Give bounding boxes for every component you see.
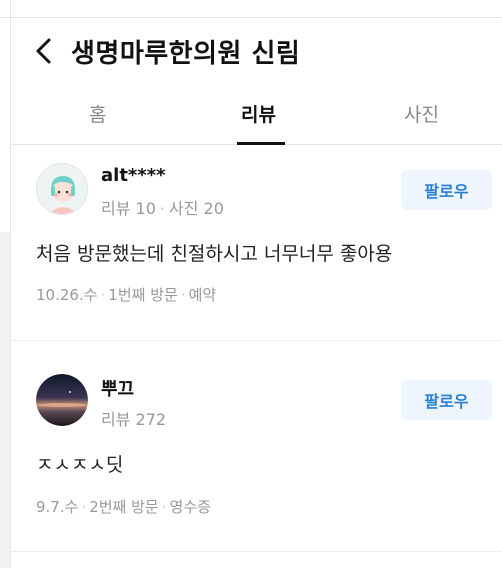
review-text: ㅈㅅㅈㅅ딧 (36, 454, 124, 476)
visit-date: 10.26.수 (36, 286, 98, 304)
photo-count: 사진 20 (168, 199, 224, 218)
visit-date: 9.7.수 (36, 498, 79, 516)
review-item: alt**** 리뷰 10 · 사진 20 팔로우 처음 방문했는데 친절하시고 너… (11, 146, 502, 341)
back-arrow-icon[interactable] (33, 37, 55, 65)
dot-separator: · (100, 286, 106, 304)
review-text: 처음 방문했는데 친절하시고 너무너무 좋아용 (36, 243, 393, 265)
avatar[interactable] (36, 163, 88, 215)
avatar[interactable] (36, 374, 88, 426)
follow-button[interactable]: 팔로우 (401, 170, 492, 210)
review-count: 리뷰 272 (101, 410, 167, 429)
review-meta: 9.7.수 · 2번째 방문 · 영수증 (36, 496, 211, 517)
tab-home[interactable]: 홈 (89, 100, 106, 127)
dot-separator: · (159, 199, 165, 218)
reviewer-stats: 리뷰 10 · 사진 20 (101, 195, 224, 219)
left-gutter (0, 0, 11, 568)
dot-separator: · (81, 498, 87, 516)
tab-photo[interactable]: 사진 (404, 100, 439, 127)
dot-separator: · (161, 498, 167, 516)
page-title: 생명마루한의원 신림 (71, 39, 301, 69)
active-tab-indicator (237, 142, 285, 145)
review-item: 뿌끄 리뷰 272 팔로우 ㅈㅅㅈㅅ딧 9.7.수 · 2번째 방문 · 영수증 (11, 342, 502, 552)
verification-type: 예약 (188, 286, 217, 304)
follow-button[interactable]: 팔로우 (401, 380, 492, 420)
visit-count: 1번째 방문 (108, 286, 178, 304)
reviewer-name[interactable]: alt**** (101, 165, 166, 186)
tab-bar: 홈 리뷰 사진 (11, 82, 502, 145)
review-count: 리뷰 10 (101, 199, 156, 218)
tab-review[interactable]: 리뷰 (241, 100, 276, 127)
review-meta: 10.26.수 · 1번째 방문 · 예약 (36, 284, 216, 305)
verification-type: 영수증 (169, 498, 211, 516)
reviewer-stats: 리뷰 272 (101, 406, 166, 430)
reviewer-name[interactable]: 뿌끄 (101, 375, 134, 401)
visit-count: 2번째 방문 (89, 498, 159, 516)
dot-separator: · (180, 286, 186, 304)
gutter-panel (0, 232, 10, 568)
header: 생명마루한의원 신림 (11, 18, 502, 82)
